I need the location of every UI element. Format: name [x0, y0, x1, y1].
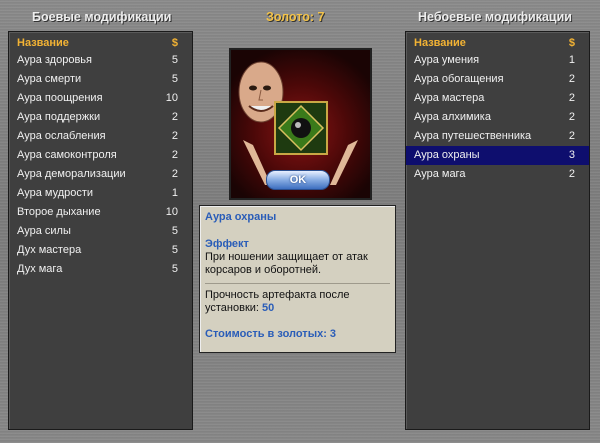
item-price: 2 [171, 111, 178, 123]
item-info-panel: Аура охраны Эффект При ношении защищает … [199, 205, 396, 353]
item-name: Аура ослабления [17, 130, 106, 142]
item-name: Дух мага [17, 263, 63, 275]
item-name: Аура мудрости [17, 187, 94, 199]
item-name: Аура мага [414, 168, 466, 180]
item-name: Дух мастера [17, 244, 82, 256]
noncombat-mods-panel: Название $ Аура умения 1 Аура обогащения 2 А… [405, 31, 590, 430]
list-item[interactable]: Аура смерти 5 [9, 70, 192, 89]
item-title: Аура охраны [205, 211, 277, 223]
item-price: 2 [568, 73, 575, 85]
item-name: Аура поддержки [17, 111, 101, 123]
item-price: 1 [171, 187, 178, 199]
gold-counter: Золото: 7 [266, 10, 325, 24]
ok-button[interactable]: OK [266, 170, 330, 190]
combat-mods-list: Аура здоровья 5 Аура смерти 5 Аура поощрения… [9, 51, 192, 279]
list-item[interactable]: Аура поддержки 2 [9, 108, 192, 127]
list-item[interactable]: Аура умения 1 [406, 51, 589, 70]
combat-mods-panel: Название $ Аура здоровья 5 Аура смерти 5 Аур… [8, 31, 193, 430]
list-item[interactable]: Аура ослабления 2 [9, 127, 192, 146]
list-item[interactable]: Аура деморализации 2 [9, 165, 192, 184]
item-name: Аура силы [17, 225, 71, 237]
item-name: Второе дыхание [17, 206, 101, 218]
column-name-header: Название [414, 37, 466, 49]
info-separator [205, 283, 390, 284]
combat-list-header: Название $ [9, 32, 192, 51]
item-name: Аура самоконтроля [17, 149, 117, 161]
effect-label: Эффект [205, 238, 249, 250]
list-item[interactable]: Аура здоровья 5 [9, 51, 192, 70]
list-item[interactable]: Аура алхимика 2 [406, 108, 589, 127]
combat-mods-heading: Боевые модификации [32, 10, 172, 24]
effect-text: При ношении защищает от атак корсаров и … [205, 251, 368, 276]
item-name: Аура умения [414, 54, 480, 66]
item-price: 5 [171, 263, 178, 275]
list-item[interactable]: Аура мастера 2 [406, 89, 589, 108]
list-item[interactable]: Аура путешественника 2 [406, 127, 589, 146]
item-name: Аура мастера [414, 92, 485, 104]
durability-value: 50 [262, 302, 275, 314]
item-name: Аура охраны [414, 149, 480, 161]
list-item[interactable]: Аура силы 5 [9, 222, 192, 241]
list-item[interactable]: Дух мастера 5 [9, 241, 192, 260]
item-name: Аура смерти [17, 73, 82, 85]
item-price: 10 [165, 206, 178, 218]
item-name: Аура путешественника [414, 130, 532, 142]
list-item[interactable]: Аура поощрения 10 [9, 89, 192, 108]
cost-text: Стоимость в золотых: 3 [205, 328, 337, 340]
durability-text: Прочность артефакта после установки: [205, 289, 350, 314]
noncombat-list-header: Название $ [406, 32, 589, 51]
list-item[interactable]: Аура обогащения 2 [406, 70, 589, 89]
noncombat-mods-heading: Небоевые модификации [418, 10, 572, 24]
list-item[interactable]: Аура мага 2 [406, 165, 589, 184]
item-price: 2 [171, 149, 178, 161]
item-name: Аура обогащения [414, 73, 504, 85]
item-name: Аура поощрения [17, 92, 103, 104]
item-name: Аура деморализации [17, 168, 126, 180]
list-item[interactable]: Дух мага 5 [9, 260, 192, 279]
item-price: 2 [568, 130, 575, 142]
item-price: 1 [568, 54, 575, 66]
item-price: 5 [171, 225, 178, 237]
item-name: Аура здоровья [17, 54, 92, 66]
item-name: Аура алхимика [414, 111, 491, 123]
noncombat-mods-list: Аура умения 1 Аура обогащения 2 Аура мастера… [406, 51, 589, 184]
item-price: 2 [568, 168, 575, 180]
item-price: 5 [171, 73, 178, 85]
list-item[interactable]: Аура охраны 3 [406, 146, 589, 165]
item-price: 2 [171, 168, 178, 180]
item-price: 2 [171, 130, 178, 142]
list-item[interactable]: Аура самоконтроля 2 [9, 146, 192, 165]
column-price-header: $ [171, 37, 178, 49]
column-name-header: Название [17, 37, 69, 49]
column-price-header: $ [568, 37, 575, 49]
item-price: 10 [165, 92, 178, 104]
item-price: 2 [568, 111, 575, 123]
item-price: 3 [568, 149, 575, 161]
item-price: 2 [568, 92, 575, 104]
list-item[interactable]: Второе дыхание 10 [9, 203, 192, 222]
list-item[interactable]: Аура мудрости 1 [9, 184, 192, 203]
item-price: 5 [171, 244, 178, 256]
durability-line: Прочность артефакта после установки: 50 [205, 289, 390, 315]
item-price: 5 [171, 54, 178, 66]
